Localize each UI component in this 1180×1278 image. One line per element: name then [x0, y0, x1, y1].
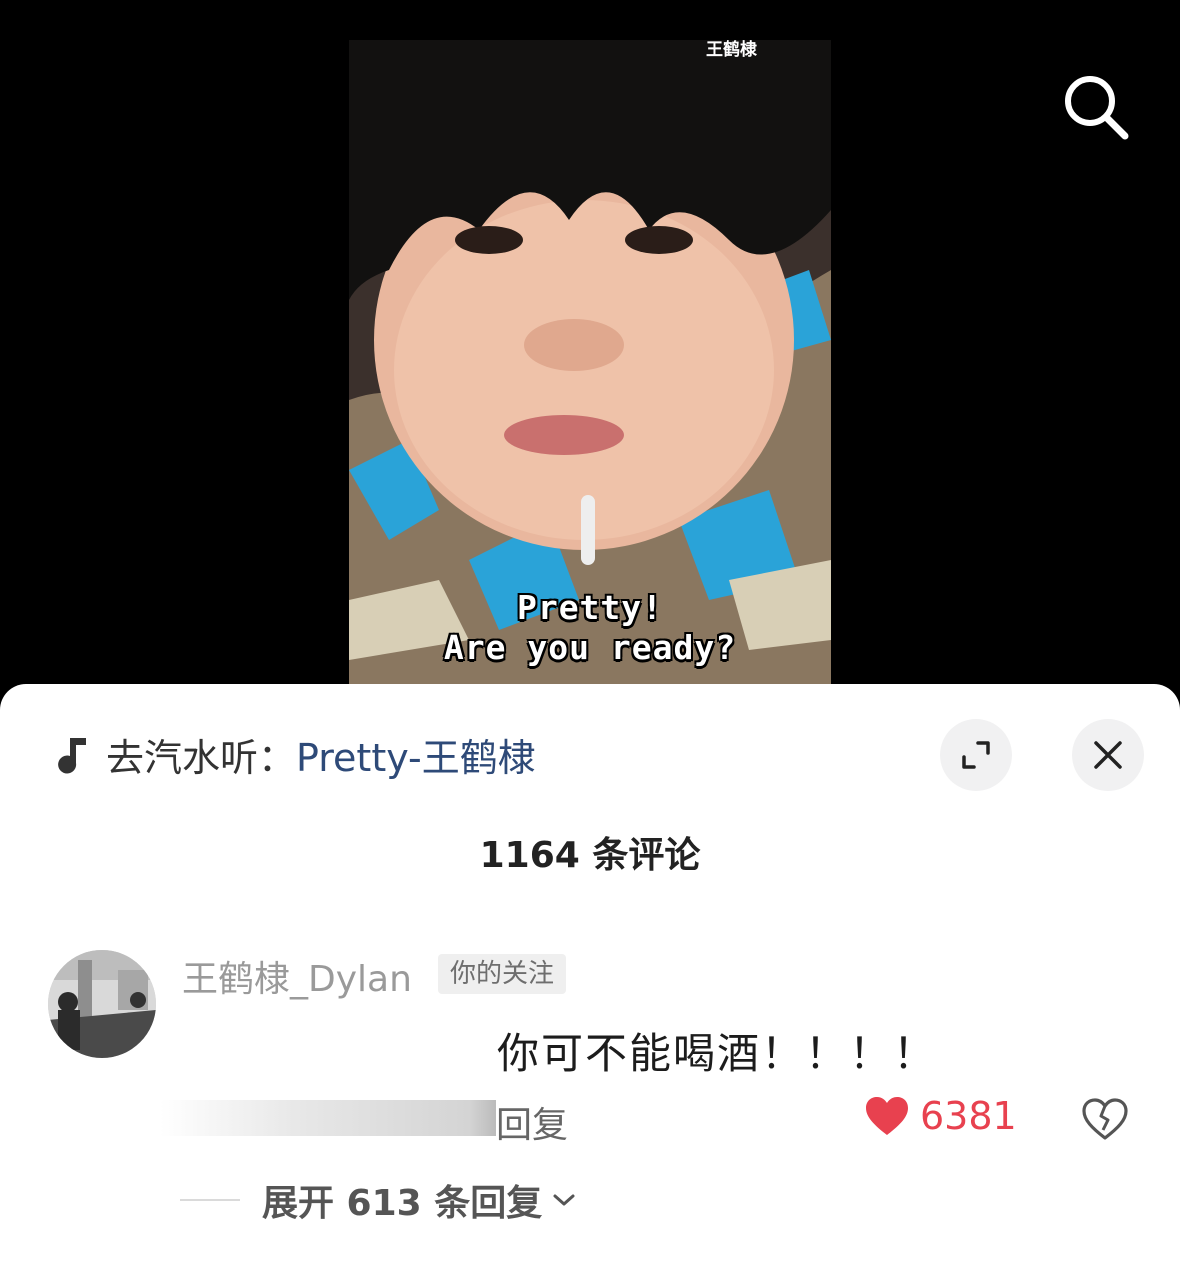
video-player[interactable]: 王鹤棣 Pretty! Are you ready?	[0, 0, 1180, 700]
search-icon	[1065, 76, 1129, 140]
like-count: 6381	[920, 1094, 1017, 1138]
following-badge: 你的关注	[438, 954, 567, 994]
close-button[interactable]	[1072, 719, 1144, 791]
music-prefix-label: 去汽水听：	[106, 735, 297, 780]
video-subtitle-line-1: Pretty!	[516, 588, 664, 627]
comment-count-title: 1164 条评论	[479, 835, 701, 876]
divider-line	[180, 1199, 240, 1201]
avatar[interactable]	[48, 950, 156, 1058]
close-icon	[1094, 741, 1122, 769]
comment-meta-blurred	[160, 1100, 496, 1136]
chevron-down-icon	[553, 1194, 575, 1206]
music-title-link[interactable]: Pretty-王鹤棣	[296, 727, 536, 782]
music-note-icon	[58, 738, 86, 774]
music-link-row[interactable]: 去汽水听： Pretty-王鹤棣	[52, 722, 536, 786]
comment-username[interactable]: 王鹤棣_Dylan	[182, 950, 412, 1002]
expand-replies-button[interactable]: 展开 613 条回复	[180, 1174, 576, 1226]
expand-button[interactable]	[940, 719, 1012, 791]
dislike-button[interactable]	[1080, 1094, 1130, 1144]
avatar-image	[48, 950, 156, 1058]
expand-icon	[962, 741, 990, 769]
video-subtitle-line-2: Are you ready?	[443, 628, 737, 667]
broken-heart-icon	[1082, 1098, 1128, 1140]
like-button[interactable]: 6381	[864, 1094, 1017, 1138]
reply-button[interactable]: 回复	[496, 1096, 568, 1148]
heart-icon	[866, 1097, 908, 1135]
video-frame[interactable]: 王鹤棣 Pretty! Are you ready?	[349, 40, 831, 690]
video-watermark: 王鹤棣	[706, 40, 757, 60]
comment-text: 你可不能喝酒！！！！	[497, 1029, 938, 1078]
search-button[interactable]	[1055, 66, 1135, 146]
expand-replies-label: 展开 613 条回复	[262, 1183, 543, 1224]
